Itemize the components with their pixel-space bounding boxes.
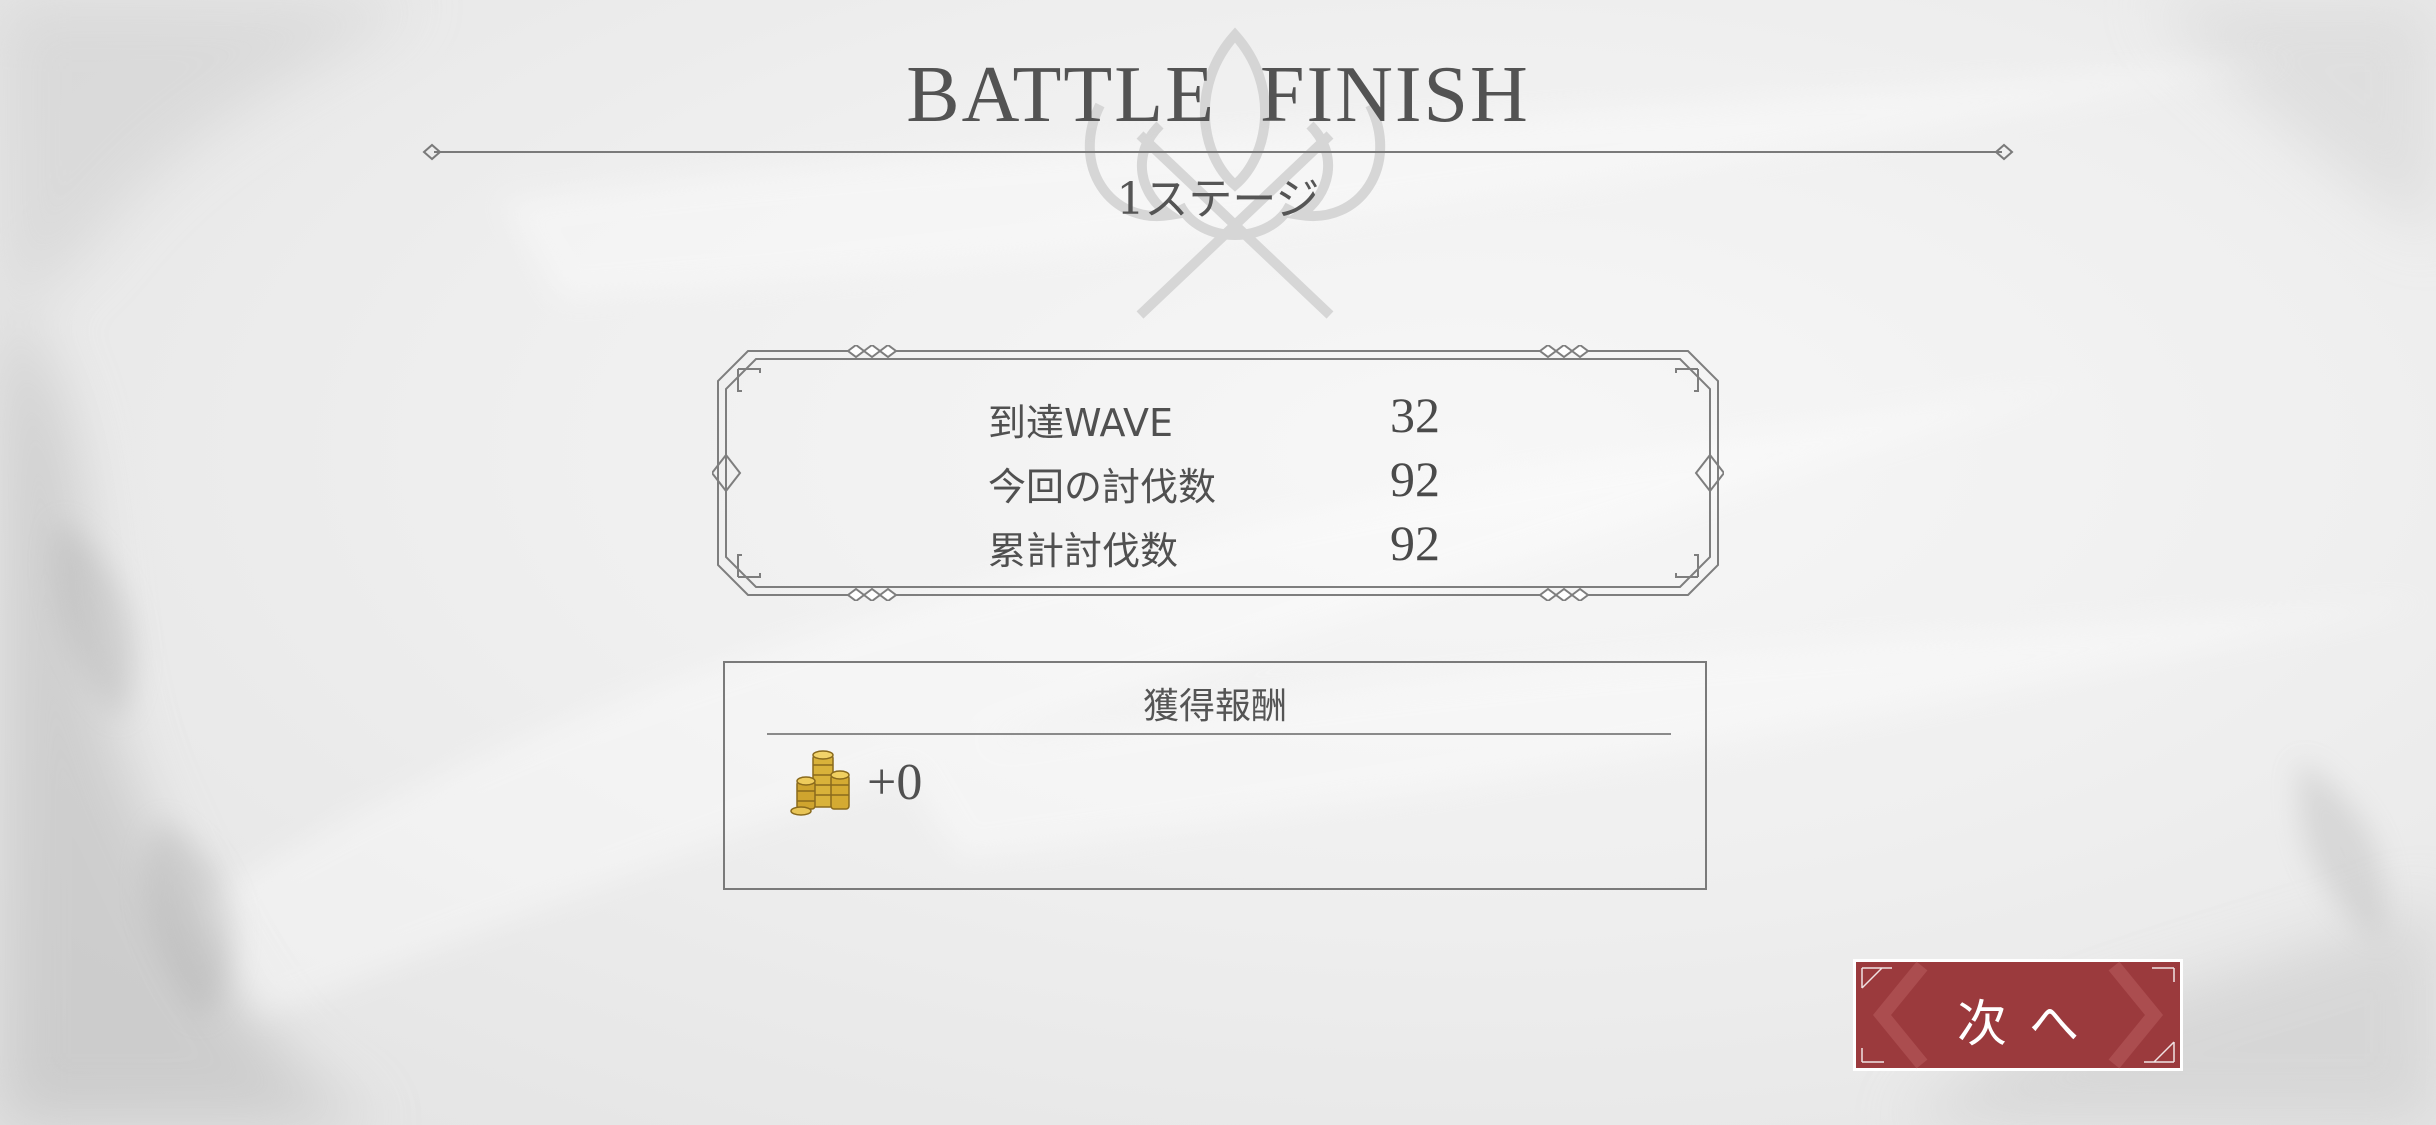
next-button-label: 次へ [1957,995,2101,1053]
rewards-panel: 獲得報酬 +0 [723,661,1707,890]
stat-label: 到達WAVE [988,401,1174,445]
stat-row-total-kills: 累計討伐数 92 [988,515,1468,580]
stat-row-current-kills: 今回の討伐数 92 [988,451,1468,516]
page-title: BATTLE FINISH [906,51,1530,139]
rewards-title: 獲得報酬 [1142,686,1287,727]
stage-subtitle: 1ステージ [1116,174,1320,225]
stat-row-wave: 到達WAVE 32 [988,387,1468,452]
stat-label: 今回の討伐数 [988,465,1217,509]
stat-value: 32 [1390,387,1440,443]
title-divider [422,143,2014,161]
stat-value: 92 [1390,515,1440,571]
rewards-divider [767,733,1671,735]
next-button[interactable]: 次へ [1852,958,2184,1072]
stat-value: 92 [1390,451,1440,507]
reward-amount: +0 [867,754,923,811]
gold-coins-icon [790,750,850,816]
stat-label: 累計討伐数 [988,529,1179,573]
